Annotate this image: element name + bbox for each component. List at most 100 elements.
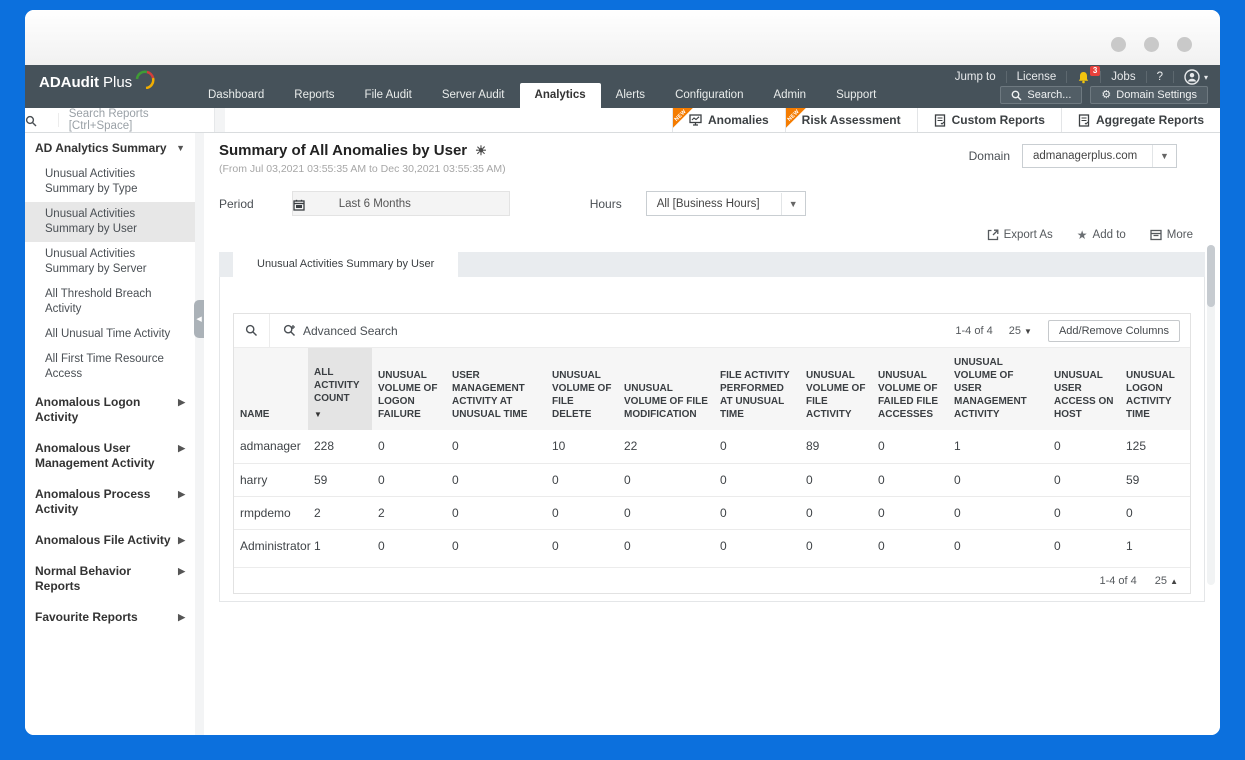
sidebar-search[interactable]: Search Reports [Ctrl+Space] [25,108,215,132]
cell-value: 0 [800,463,872,496]
cell-value: 0 [1048,463,1120,496]
schedule-report-icon[interactable]: ☀ [475,143,487,159]
sidebar-section-anomalous-file-activity[interactable]: Anomalous File Activity▶ [25,525,195,556]
cell-value: 0 [800,529,872,562]
column-header-name[interactable]: NAME [234,348,308,430]
license-link[interactable]: License [1017,71,1057,83]
window-control-dot[interactable] [1177,37,1192,52]
table-toolbar-right: 1-4 of 4 25 ▼ Add/Remove Columns [955,320,1190,342]
nav-tab-dashboard[interactable]: Dashboard [193,83,279,108]
cell-name[interactable]: harry [234,463,308,496]
notification-badge: 3 [1090,66,1100,76]
anomalies-button[interactable]: NEWAnomalies [672,108,785,132]
help-button[interactable]: ? [1157,71,1163,83]
column-header-file-activity-performed-at-unusual-time[interactable]: FILE ACTIVITY PERFORMED AT UNUSUAL TIME [714,348,800,430]
tab-unusual-activities-summary-by-user[interactable]: Unusual Activities Summary by User [233,252,458,277]
nav-tab-file-audit[interactable]: File Audit [350,83,427,108]
search-icon [1011,90,1022,101]
user-menu[interactable]: ▾ [1184,69,1208,85]
global-search-button[interactable]: Search... [1000,86,1082,104]
advanced-search-button[interactable]: Advanced Search [283,324,398,338]
sidebar-item-unusual-activities-summary-by-user[interactable]: Unusual Activities Summary by User [25,202,195,242]
cell-value: 0 [372,529,446,562]
column-header-user-management-activity-at-unusual-time[interactable]: USER MANAGEMENT ACTIVITY AT UNUSUAL TIME [446,348,546,430]
domain-select[interactable]: admanagerplus.com ▼ [1022,144,1177,168]
nav-tab-analytics[interactable]: Analytics [520,83,601,108]
nav-tab-reports[interactable]: Reports [279,83,349,108]
add-remove-columns-button[interactable]: Add/Remove Columns [1048,320,1180,342]
domain-filter: Domain admanagerplus.com ▼ [969,144,1177,168]
table-toolbar: Advanced Search 1-4 of 4 25 ▼ Add/Remove… [234,314,1190,348]
cell-name[interactable]: Administrator [234,529,308,562]
export-as-button[interactable]: Export As [987,228,1053,242]
ribbon-button-label: Anomalies [708,113,769,127]
sidebar-section-label: Anomalous User Management Activity [35,441,178,471]
column-header-unusual-volume-of-file-delete[interactable]: UNUSUAL VOLUME OF FILE DELETE [546,348,618,430]
aggregate-reports-button[interactable]: Aggregate Reports [1061,108,1220,132]
window-control-dot[interactable] [1144,37,1159,52]
navbar-utility: Jump to License 3 Jobs ? [955,69,1208,85]
sidebar-item-all-unusual-time-activity[interactable]: All Unusual Time Activity [25,322,195,347]
sidebar-section-anomalous-logon-activity[interactable]: Anomalous Logon Activity▶ [25,387,195,433]
add-to-button[interactable]: ★ Add to [1077,228,1126,242]
sidebar-section-favourite-reports[interactable]: Favourite Reports▶ [25,602,195,633]
hours-select[interactable]: All [Business Hours] ▼ [646,191,806,216]
cell-value: 0 [1048,496,1120,529]
page-size-select[interactable]: 25 ▼ [1009,325,1032,337]
column-header-unusual-user-access-on-host[interactable]: UNUSUAL USER ACCESS ON HOST [1048,348,1120,430]
cell-value: 0 [618,463,714,496]
table-row-administrator: Administrator10000000001 [234,529,1190,562]
sidebar-section-anomalous-user-management-activity[interactable]: Anomalous User Management Activity▶ [25,433,195,479]
main-content: Summary of All Anomalies by User ☀ (From… [204,133,1220,735]
column-header-unusual-volume-of-logon-failure[interactable]: UNUSUAL VOLUME OF LOGON FAILURE [372,348,446,430]
cell-value: 0 [714,430,800,463]
sidebar-item-unusual-activities-summary-by-server[interactable]: Unusual Activities Summary by Server [25,242,195,282]
domain-settings-button[interactable]: ⚙ Domain Settings [1090,86,1208,104]
column-header-unusual-volume-of-failed-file-accesses[interactable]: UNUSUAL VOLUME OF FAILED FILE ACCESSES [872,348,948,430]
more-button[interactable]: More [1150,228,1193,242]
divider [1173,71,1174,83]
period-picker[interactable]: Last 6 Months [292,191,510,216]
jump-to-link[interactable]: Jump to [955,71,996,83]
sidebar-item-all-threshold-breach-activity[interactable]: All Threshold Breach Activity [25,282,195,322]
period-value: Last 6 Months [327,198,411,210]
cell-value: 228 [308,430,372,463]
sidebar-section-anomalous-process-activity[interactable]: Anomalous Process Activity▶ [25,479,195,525]
cell-name[interactable]: admanager [234,430,308,463]
nav-tab-configuration[interactable]: Configuration [660,83,758,108]
brand-swoosh-icon [134,69,156,89]
nav-tab-support[interactable]: Support [821,83,891,108]
column-header-unusual-logon-activity-time[interactable]: UNUSUAL LOGON ACTIVITY TIME [1120,348,1190,430]
main-scrollbar-track[interactable] [1207,245,1215,585]
column-header-all-activity-count[interactable]: ALL ACTIVITY COUNT▼ [308,348,372,430]
notifications-button[interactable]: 3 [1077,71,1090,84]
column-header-unusual-volume-of-user-management-activity[interactable]: UNUSUAL VOLUME OF USER MANAGEMENT ACTIVI… [948,348,1048,430]
sidebar-group-ad-analytics-summary[interactable]: AD Analytics Summary ▼ [25,133,195,162]
risk-assessment-button[interactable]: NEWRisk Assessment [785,108,917,132]
sidebar-collapse-handle[interactable]: ◀ [194,300,204,338]
column-header-unusual-volume-of-file-modification[interactable]: UNUSUAL VOLUME OF FILE MODIFICATION [618,348,714,430]
bell-icon [1077,71,1090,84]
main-scrollbar-thumb[interactable] [1207,245,1215,307]
report-panel: Advanced Search 1-4 of 4 25 ▼ Add/Remove… [219,277,1205,602]
custom-reports-button[interactable]: Custom Reports [917,108,1061,132]
table-search-button[interactable] [234,314,270,347]
column-header-unusual-volume-of-file-activity[interactable]: UNUSUAL VOLUME OF FILE ACTIVITY [800,348,872,430]
cell-value: 0 [446,496,546,529]
app-logo[interactable]: ADAudit Plus [39,74,156,91]
jobs-link[interactable]: Jobs [1111,71,1135,83]
period-label: Period [219,197,254,211]
page-size-select-bottom[interactable]: 25 ▲ [1155,575,1178,587]
sidebar-item-unusual-activities-summary-by-type[interactable]: Unusual Activities Summary by Type [25,162,195,202]
cell-name[interactable]: rmpdemo [234,496,308,529]
nav-tab-server-audit[interactable]: Server Audit [427,83,520,108]
cell-value: 0 [618,496,714,529]
nav-tab-alerts[interactable]: Alerts [601,83,660,108]
chevron-down-icon: ▼ [1152,145,1176,167]
sidebar-section-normal-behavior-reports[interactable]: Normal Behavior Reports▶ [25,556,195,602]
cell-value: 0 [948,496,1048,529]
cell-value: 0 [372,430,446,463]
nav-tab-admin[interactable]: Admin [758,83,821,108]
sidebar-item-all-first-time-resource-access[interactable]: All First Time Resource Access [25,347,195,387]
window-control-dot[interactable] [1111,37,1126,52]
